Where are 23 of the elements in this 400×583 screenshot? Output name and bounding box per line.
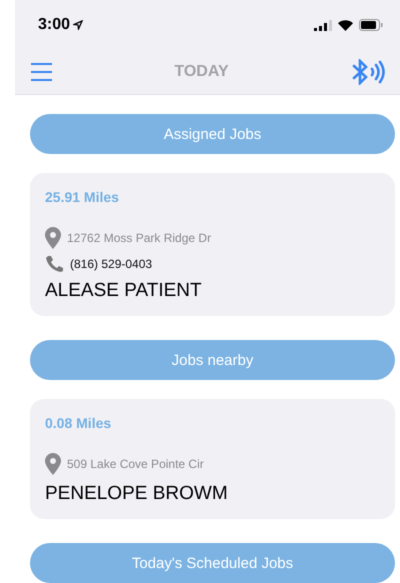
job-distance: 25.91 Miles [45,189,120,205]
job-address: 509 Lake Cove Pointe Cir [67,457,204,471]
status-time: 3:00 [38,16,84,34]
bluetooth-icon[interactable] [351,59,385,85]
signal-icon [314,20,332,30]
job-phone: (816) 529-0403 [70,256,152,270]
job-card[interactable]: 0.08 Miles 509 Lake Cove Pointe Cir PENELOPE BROWM [30,399,395,519]
job-name: ALEASE PATIENT [45,280,203,302]
job-card[interactable]: 25.91 Miles 12762 Moss Park Ridge Dr (816) 529-0403 ALEASE PATIENT [30,173,395,316]
wifi-icon [338,20,353,30]
page-title: TODAY [174,63,229,81]
menu-icon[interactable] [31,63,52,81]
location-pin-icon [45,227,61,249]
job-name: PENELOPE BROWM [45,483,229,505]
location-arrow-icon [73,20,84,30]
job-address: 12762 Moss Park Ridge Dr [67,231,212,245]
phone-icon [45,255,64,272]
section-button[interactable]: Jobs nearby [30,340,395,380]
battery-icon [359,19,383,31]
location-pin-icon [45,453,61,475]
section-button[interactable]: Today's Scheduled Jobs [30,543,395,583]
section-button[interactable]: Assigned Jobs [30,114,395,154]
job-distance: 0.08 Miles [45,415,112,431]
